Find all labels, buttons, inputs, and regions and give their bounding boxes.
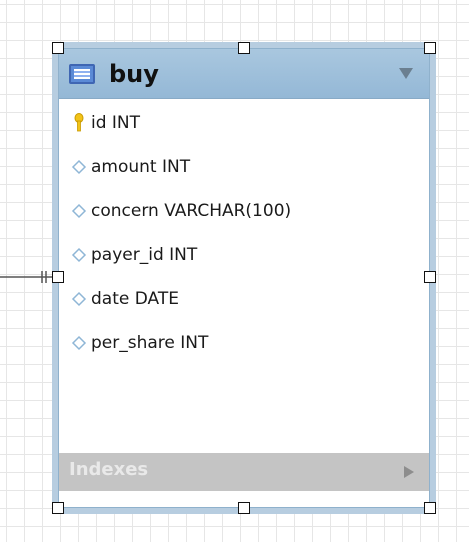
resize-handle-middle-left[interactable] — [52, 271, 64, 283]
diamond-icon — [69, 335, 89, 351]
column-row-per-share[interactable]: per_share INT — [59, 321, 429, 365]
column-label: date DATE — [91, 289, 179, 309]
table-header[interactable]: buy — [59, 49, 429, 99]
diamond-icon — [69, 291, 89, 307]
key-icon — [69, 113, 89, 133]
diamond-icon — [69, 203, 89, 219]
resize-handle-bottom-left[interactable] — [52, 502, 64, 514]
column-row-id[interactable]: id INT — [59, 101, 429, 145]
expand-triangle-icon[interactable] — [404, 466, 414, 478]
column-row-payer-id[interactable]: payer_id INT — [59, 233, 429, 277]
resize-handle-bottom-right[interactable] — [424, 502, 436, 514]
column-label: per_share INT — [91, 333, 209, 353]
table-icon — [69, 64, 95, 84]
indexes-section[interactable]: Indexes — [59, 453, 429, 491]
resize-handle-bottom-center[interactable] — [238, 502, 250, 514]
column-label: id INT — [91, 113, 141, 133]
column-row-date[interactable]: date DATE — [59, 277, 429, 321]
column-row-amount[interactable]: amount INT — [59, 145, 429, 189]
column-label: payer_id INT — [91, 245, 198, 265]
resize-handle-top-left[interactable] — [52, 42, 64, 54]
diamond-icon — [69, 159, 89, 175]
resize-handle-top-right[interactable] — [424, 42, 436, 54]
column-row-concern[interactable]: concern VARCHAR(100) — [59, 189, 429, 233]
column-label: amount INT — [91, 157, 191, 177]
collapse-triangle-icon[interactable] — [399, 68, 413, 79]
table-buy[interactable]: buy id INT amount INT concern VARCHAR(10… — [58, 48, 430, 508]
diamond-icon — [69, 247, 89, 263]
indexes-label: Indexes — [69, 459, 149, 480]
relationship-connector-one[interactable] — [0, 267, 60, 287]
column-list: id INT amount INT concern VARCHAR(100) p… — [59, 101, 429, 365]
resize-handle-middle-right[interactable] — [424, 271, 436, 283]
resize-handle-top-center[interactable] — [238, 42, 250, 54]
column-label: concern VARCHAR(100) — [91, 201, 292, 221]
table-name: buy — [109, 60, 159, 88]
